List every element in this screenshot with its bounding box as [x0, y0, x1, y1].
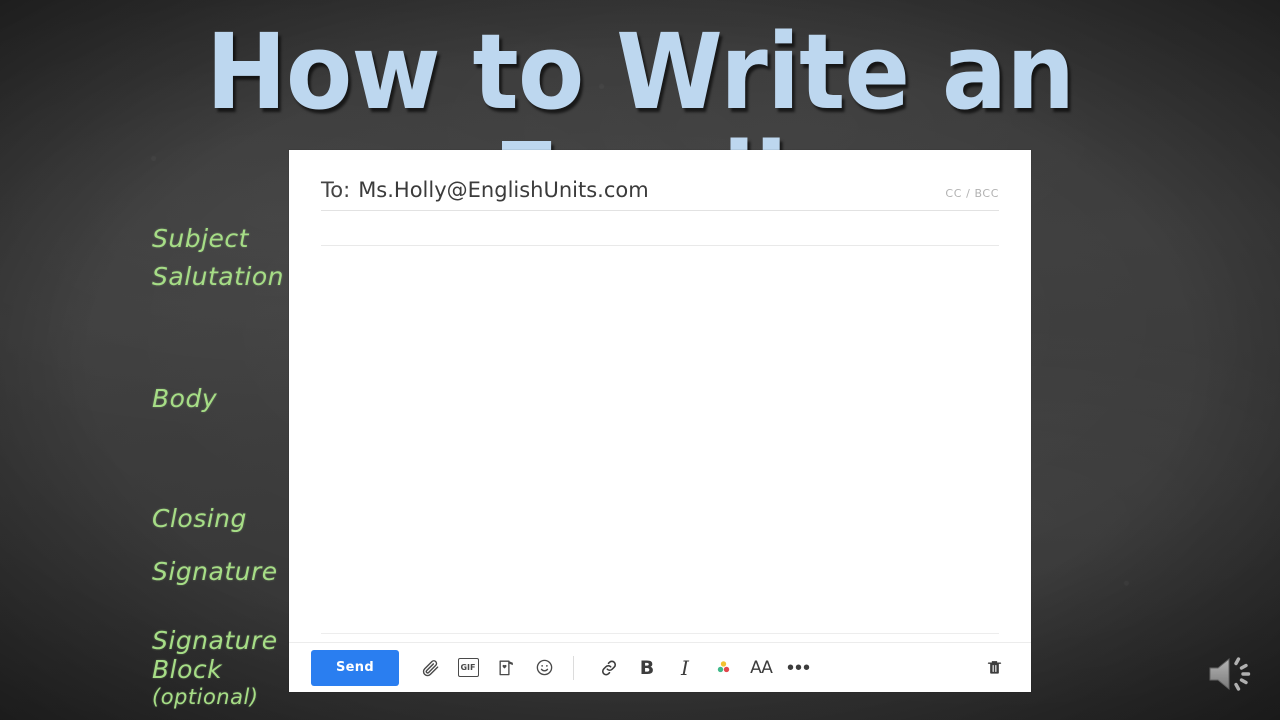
annotation-label-signature-block: Signature Block (optional) [152, 596, 278, 720]
signature-row-divider [321, 633, 999, 634]
annotation-label-signature-block-optional: (optional) [152, 684, 259, 709]
to-input[interactable]: Ms.Holly@EnglishUnits.com [358, 178, 649, 202]
to-label: To: [321, 178, 351, 202]
annotation-label-body: Body [152, 384, 218, 413]
text-color-icon[interactable] [708, 653, 738, 683]
cc-bcc-toggle[interactable]: CC / BCC [945, 187, 999, 200]
annotation-label-signature: Signature [152, 557, 278, 586]
font-size-icon[interactable]: AA [746, 653, 776, 683]
more-options-icon[interactable]: ••• [784, 653, 814, 683]
compose-toolbar: Send GIF B I AA ••• [289, 642, 1031, 692]
speaker-icon[interactable] [1198, 646, 1258, 702]
toolbar-divider [573, 655, 574, 680]
greeting-card-icon[interactable] [491, 653, 521, 683]
annotation-label-closing: Closing [152, 504, 247, 533]
link-icon[interactable] [594, 653, 624, 683]
bold-icon[interactable]: B [632, 653, 662, 683]
email-compose-window: To: Ms.Holly@EnglishUnits.com CC / BCC S… [289, 150, 1031, 692]
emoji-icon[interactable] [529, 653, 559, 683]
annotation-label-subject: Subject [152, 224, 249, 253]
annotation-label-salutation: Salutation [152, 262, 284, 291]
slide-canvas: How to Write an Email Subject Salutation… [0, 0, 1280, 720]
subject-row-divider [321, 245, 999, 246]
italic-icon[interactable]: I [670, 653, 700, 683]
annotation-label-signature-block-text: Signature Block [152, 625, 278, 685]
email-compose-fields: To: Ms.Holly@EnglishUnits.com CC / BCC S… [289, 150, 1031, 686]
gif-icon[interactable]: GIF [453, 653, 483, 683]
send-button[interactable]: Send [311, 649, 399, 686]
gif-icon-label: GIF [457, 658, 479, 677]
delete-icon[interactable] [979, 653, 1009, 683]
attachment-icon[interactable] [415, 653, 445, 683]
to-row[interactable]: To: Ms.Holly@EnglishUnits.com CC / BCC [321, 178, 999, 211]
